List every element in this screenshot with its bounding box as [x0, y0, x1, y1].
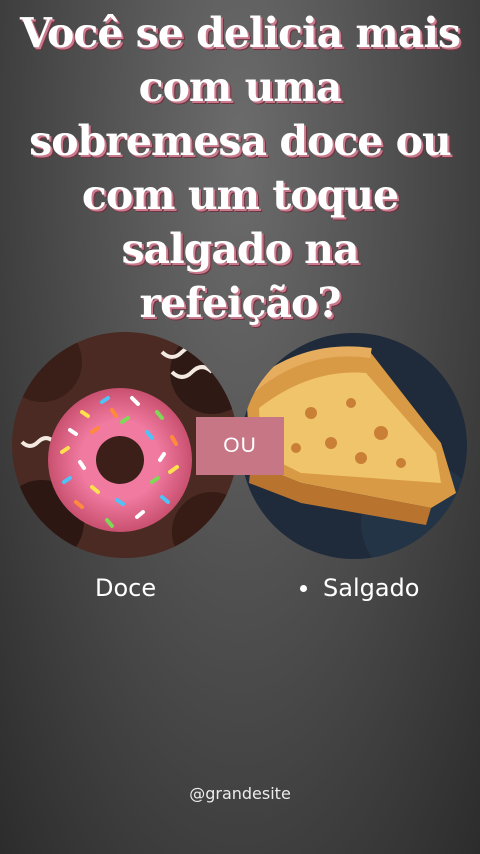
title-line: com um toque: [81, 171, 399, 219]
title-line: refeição?: [139, 279, 342, 327]
question-title: Você se delicia mais com uma sobremesa d…: [10, 6, 470, 330]
or-separator: OU: [196, 417, 284, 475]
title-line: com uma: [138, 63, 343, 111]
footer-handle: @grandesite: [189, 784, 291, 803]
option-label: Salgado: [323, 574, 420, 602]
option-salgado[interactable]: Salgado: [300, 574, 419, 602]
bullet-icon: [300, 584, 307, 592]
title-line: sobremesa doce ou: [29, 117, 452, 165]
title-line: Você se delicia mais: [19, 9, 461, 57]
option-doce[interactable]: Doce: [95, 574, 156, 602]
option-label: Doce: [95, 574, 157, 602]
title-line: salgado na: [121, 225, 359, 273]
